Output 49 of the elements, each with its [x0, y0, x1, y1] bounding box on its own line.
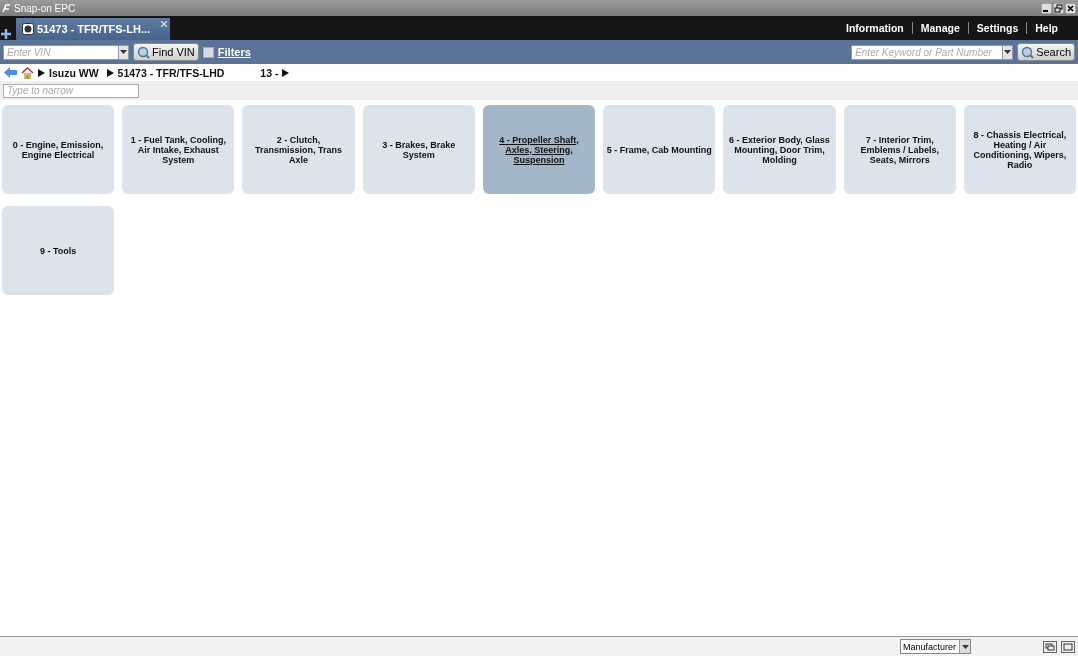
category-tile[interactable]: 1 - Fuel Tank, Cooling, Air Intake, Exhaust System: [122, 105, 235, 194]
breadcrumb-arrow-icon: [38, 68, 45, 77]
category-tile[interactable]: 2 - Clutch, Transmission, Trans Axle: [242, 105, 355, 194]
category-tile[interactable]: 6 - Exterior Body, Glass Mounting, Door Trim, Molding: [723, 105, 836, 194]
home-icon[interactable]: [21, 66, 34, 79]
restore-icon[interactable]: [1053, 2, 1064, 14]
add-tab-icon[interactable]: [0, 28, 12, 40]
find-vin-button[interactable]: Find VIN: [133, 43, 199, 61]
tab[interactable]: 51473 - TFR/TFS-LH...: [16, 18, 171, 40]
breadcrumb-link[interactable]: 13 -: [260, 66, 279, 79]
minimize-icon[interactable]: [1041, 2, 1052, 14]
vin-field[interactable]: Enter VIN: [3, 44, 118, 60]
search-icon: [137, 45, 150, 59]
search-icon: [1021, 45, 1035, 59]
category-tile[interactable]: 5 - Frame, Cab Mounting: [603, 105, 716, 194]
close-icon[interactable]: [1065, 2, 1076, 14]
category-tile[interactable]: 7 - Interior Trim, Emblems / Labels, Seats, Mirrors: [843, 105, 956, 194]
menu-link[interactable]: Manage: [912, 22, 968, 34]
filters-link[interactable]: Filters: [217, 46, 251, 58]
manufacturer-dropdown[interactable]: Manufacturer: [899, 639, 971, 654]
breadcrumb-link[interactable]: 51473 - TFR/TFS-LHD: [117, 66, 225, 79]
dropdown-button[interactable]: [1002, 44, 1014, 60]
category-tile[interactable]: 0 - Engine, Emission, Engine Electrical: [2, 105, 115, 194]
search-field[interactable]: Enter Keyword or Part Number: [851, 44, 1003, 60]
breadcrumb-arrow-icon: [106, 68, 114, 77]
menu-link[interactable]: Settings: [968, 22, 1027, 34]
category-tile[interactable]: 3 - Brakes, Brake System: [362, 105, 475, 194]
dropdown-value: Manufacturer: [902, 641, 956, 652]
menu-link[interactable]: Help: [1027, 22, 1066, 34]
breadcrumb-link[interactable]: Isuzu WW: [49, 66, 99, 79]
category-tile[interactable]: 8 - Chassis Electrical, Heating / Air Conditioning, Wipers, Radio: [963, 105, 1076, 194]
menu-link[interactable]: Information: [837, 22, 912, 34]
app-logo-icon: [2, 3, 11, 13]
dropdown-arrow-icon: [1004, 50, 1012, 54]
back-arrow-icon[interactable]: [4, 67, 17, 78]
narrow-field[interactable]: Type to narrow: [3, 83, 139, 98]
dropdown-arrow-icon[interactable]: [961, 644, 969, 649]
vehicle-logo-icon: [22, 23, 34, 35]
category-tile[interactable]: 4 - Propeller Shaft, Axles, Steering, Suspension: [482, 105, 596, 194]
close-tab-icon[interactable]: [161, 21, 168, 27]
window-tile-icon[interactable]: [1061, 640, 1075, 653]
window-cascade-icon[interactable]: [1043, 640, 1057, 653]
search-button[interactable]: Search: [1017, 43, 1075, 61]
window-title: Snap-on EPC: [14, 2, 76, 14]
filters-checkbox[interactable]: [202, 46, 214, 58]
dropdown-button[interactable]: [118, 44, 129, 60]
dropdown-arrow-icon: [120, 50, 127, 54]
category-tile[interactable]: 9 - Tools: [2, 206, 115, 295]
next-arrow-icon[interactable]: [282, 68, 290, 77]
